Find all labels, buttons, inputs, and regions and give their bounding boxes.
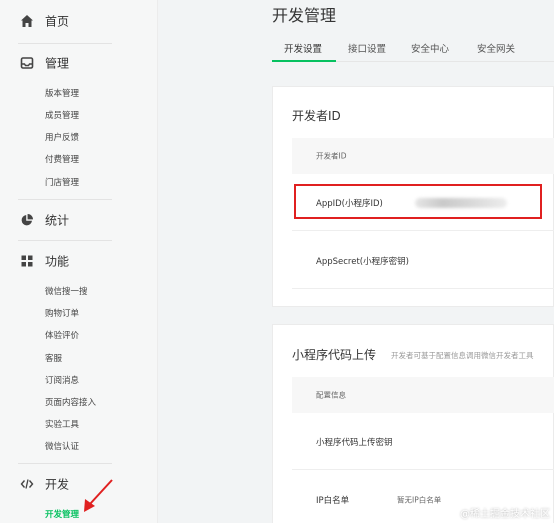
nav-home[interactable]: 首页: [0, 3, 158, 39]
appid-value-obscured: [415, 197, 507, 208]
sidebar-item-experiments[interactable]: 实验工具: [45, 418, 79, 432]
upload-key-label: 小程序代码上传密钥: [316, 437, 393, 448]
sidebar-item-payment[interactable]: 付费管理: [45, 153, 79, 167]
active-tab-indicator: [272, 60, 336, 62]
developer-id-title: 开发者ID: [292, 109, 341, 123]
nav-dev[interactable]: 开发: [0, 466, 158, 502]
pie-chart-icon: [20, 213, 34, 227]
tab-api-settings[interactable]: 接口设置: [348, 41, 386, 55]
sidebar-item-dev-management[interactable]: 开发管理: [45, 508, 79, 522]
nav-features[interactable]: 功能: [0, 243, 158, 279]
appid-row: AppID(小程序ID): [292, 175, 554, 231]
code-upload-card: 小程序代码上传 开发者可基于配置信息调用微信开发者工具 配置信息 小程序代码上传…: [272, 324, 554, 523]
developer-id-header-label: 开发者ID: [316, 151, 347, 161]
divider: [18, 463, 112, 464]
divider: [18, 199, 112, 200]
nav-stats-label: 统计: [45, 213, 70, 228]
sidebar-item-customer-service[interactable]: 客服: [45, 352, 62, 366]
developer-id-card: 开发者ID 开发者ID AppID(小程序ID) AppSecret(小程序密钥…: [272, 86, 554, 307]
inbox-icon: [20, 56, 34, 70]
tab-security-gateway[interactable]: 安全网关: [477, 41, 515, 55]
nav-manage[interactable]: 管理: [0, 45, 158, 81]
sidebar-item-version[interactable]: 版本管理: [45, 87, 79, 101]
sidebar-item-subscriptions[interactable]: 订阅消息: [45, 374, 79, 388]
divider: [18, 43, 112, 44]
grid-icon: [20, 254, 34, 268]
divider: [18, 240, 112, 241]
nav-dev-label: 开发: [45, 477, 70, 492]
tab-security-center[interactable]: 安全中心: [411, 41, 449, 55]
page-title: 开发管理: [272, 6, 337, 25]
developer-id-table-header: 开发者ID: [292, 138, 554, 174]
sidebar-item-stores[interactable]: 门店管理: [45, 176, 79, 190]
sidebar: 首页 管理 版本管理 成员管理 用户反馈 付费管理 门店管理 统计 功能 微信搜…: [0, 0, 158, 523]
nav-features-label: 功能: [45, 254, 70, 269]
watermark: @稀土掘金技术社区: [460, 509, 550, 520]
sidebar-item-feedback[interactable]: 用户反馈: [45, 131, 79, 145]
config-header-label: 配置信息: [316, 390, 346, 400]
sidebar-item-orders[interactable]: 购物订单: [45, 307, 79, 321]
sidebar-item-wechat-search[interactable]: 微信搜一搜: [45, 285, 88, 299]
sidebar-item-certification[interactable]: 微信认证: [45, 440, 79, 454]
ip-whitelist-value: 暂无IP白名单: [397, 495, 442, 504]
sidebar-item-members[interactable]: 成员管理: [45, 109, 79, 123]
nav-manage-label: 管理: [45, 56, 70, 71]
ip-whitelist-label: IP白名单: [316, 495, 350, 506]
sidebar-item-reviews[interactable]: 体验评价: [45, 329, 79, 343]
config-table-header: 配置信息: [292, 377, 554, 413]
nav-home-label: 首页: [45, 14, 70, 29]
sidebar-item-page-content[interactable]: 页面内容接入: [45, 396, 96, 410]
home-icon: [20, 14, 34, 28]
appsecret-row: AppSecret(小程序密钥): [292, 233, 554, 289]
appid-label: AppID(小程序ID): [316, 198, 383, 209]
appsecret-label: AppSecret(小程序密钥): [316, 256, 409, 267]
tab-bar: 开发设置 接口设置 安全中心 安全网关: [272, 38, 554, 62]
code-upload-subtitle: 开发者可基于配置信息调用微信开发者工具: [391, 351, 534, 360]
tab-dev-settings[interactable]: 开发设置: [284, 41, 322, 55]
code-icon: [20, 477, 34, 491]
upload-key-row: 小程序代码上传密钥: [292, 414, 554, 470]
code-upload-title: 小程序代码上传: [292, 348, 377, 362]
nav-stats[interactable]: 统计: [0, 202, 158, 238]
